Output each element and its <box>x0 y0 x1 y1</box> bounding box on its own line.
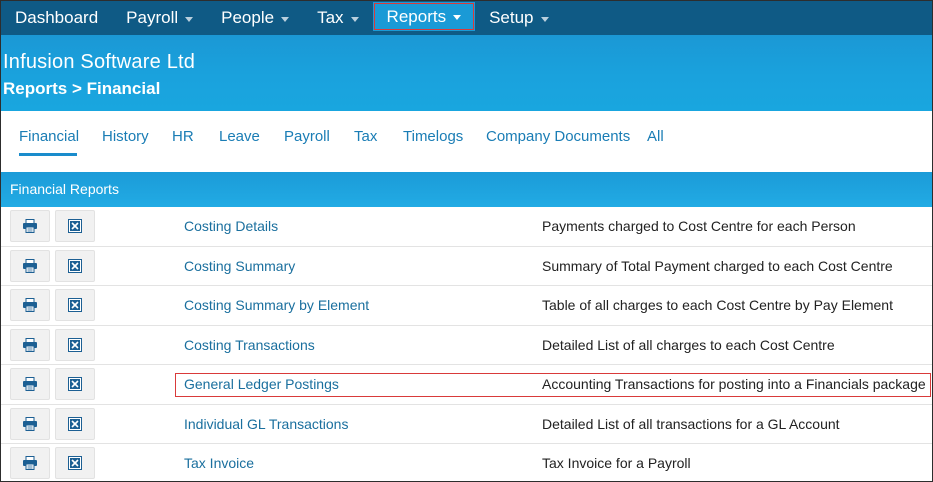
excel-icon <box>68 219 82 233</box>
caret-down-icon <box>453 15 462 20</box>
excel-icon <box>68 377 82 391</box>
print-button[interactable] <box>10 368 50 400</box>
report-description: Summary of Total Payment charged to each… <box>542 257 893 274</box>
report-link[interactable]: Tax Invoice <box>184 455 254 471</box>
export-excel-button[interactable] <box>55 407 95 440</box>
nav-dashboard-label: Dashboard <box>15 8 99 27</box>
nav-payroll[interactable]: Payroll <box>112 1 207 35</box>
tab-hr[interactable]: HR <box>172 128 194 145</box>
printer-icon <box>23 258 37 273</box>
tab-history[interactable]: History <box>102 128 149 145</box>
printer-icon <box>23 416 37 431</box>
tab-timelogs[interactable]: Timelogs <box>403 128 463 145</box>
printer-icon <box>23 377 37 391</box>
excel-icon <box>68 337 82 352</box>
printer-icon <box>23 298 37 312</box>
report-description: Table of all charges to each Cost Centre… <box>542 297 893 313</box>
print-button[interactable] <box>10 289 50 321</box>
export-excel-button[interactable] <box>55 289 95 321</box>
nav-reports-label: Reports <box>386 6 447 26</box>
report-row: Individual GL Transactions Detailed List… <box>1 404 932 444</box>
print-button[interactable] <box>10 407 50 440</box>
report-description: Tax Invoice for a Payroll <box>542 455 691 471</box>
caret-down-icon <box>185 16 194 22</box>
top-nav: Dashboard Payroll People Tax Reports Set… <box>1 1 932 35</box>
export-excel-button[interactable] <box>55 368 95 400</box>
section-title: Financial Reports <box>10 181 119 197</box>
nav-reports[interactable]: Reports <box>372 2 476 31</box>
print-button[interactable] <box>10 210 50 242</box>
app-frame: Dashboard Payroll People Tax Reports Set… <box>0 0 933 482</box>
report-row: General Ledger Postings Accounting Trans… <box>1 365 932 405</box>
caret-down-icon <box>281 16 290 22</box>
report-row: Costing Transactions Detailed List of al… <box>1 325 932 365</box>
nav-setup-label: Setup <box>489 8 534 27</box>
report-link[interactable]: Costing Summary <box>184 258 295 274</box>
company-name: Infusion Software Ltd <box>3 51 196 73</box>
excel-icon <box>68 456 82 470</box>
printer-icon <box>23 337 37 352</box>
report-link[interactable]: Costing Details <box>184 218 278 234</box>
caret-down-icon <box>350 16 359 22</box>
excel-icon <box>68 258 82 273</box>
report-link[interactable]: Costing Transactions <box>184 337 315 353</box>
report-tabs: Financial History HR Leave Payroll Tax T… <box>1 111 932 171</box>
report-row: Costing Summary Summary of Total Payment… <box>1 246 932 286</box>
tab-company-documents[interactable]: Company Documents <box>486 128 630 145</box>
nav-dashboard[interactable]: Dashboard <box>1 1 112 35</box>
report-description: Accounting Transactions for posting into… <box>542 376 926 392</box>
print-button[interactable] <box>10 447 50 479</box>
printer-icon <box>23 219 37 233</box>
nav-tax-label: Tax <box>317 8 344 27</box>
report-description: Payments charged to Cost Centre for each… <box>542 218 856 234</box>
report-description: Detailed List of all transactions for a … <box>542 415 840 432</box>
export-excel-button[interactable] <box>55 210 95 242</box>
report-link[interactable]: Individual GL Transactions <box>184 416 348 432</box>
nav-tax[interactable]: Tax <box>303 1 372 35</box>
nav-setup[interactable]: Setup <box>475 1 562 35</box>
report-row: Costing Details Payments charged to Cost… <box>1 207 932 247</box>
nav-payroll-label: Payroll <box>126 8 179 27</box>
tab-tax[interactable]: Tax <box>354 128 377 145</box>
report-row: Costing Summary by Element Table of all … <box>1 286 932 326</box>
excel-icon <box>68 416 82 431</box>
export-excel-button[interactable] <box>55 249 95 282</box>
report-link[interactable]: Costing Summary by Element <box>184 297 369 313</box>
tab-financial[interactable]: Financial <box>19 128 79 145</box>
nav-people-label: People <box>221 8 275 27</box>
excel-icon <box>68 298 82 312</box>
report-list: Costing Details Payments charged to Cost… <box>1 207 932 481</box>
tab-payroll[interactable]: Payroll <box>284 128 330 145</box>
tab-all[interactable]: All <box>647 128 664 145</box>
export-excel-button[interactable] <box>55 447 95 479</box>
tab-leave[interactable]: Leave <box>219 128 260 145</box>
page-header: Infusion Software Ltd Reports > Financia… <box>1 35 932 111</box>
report-link[interactable]: General Ledger Postings <box>184 376 339 392</box>
breadcrumb: Reports > Financial <box>3 79 161 98</box>
printer-icon <box>23 456 37 470</box>
caret-down-icon <box>540 16 549 22</box>
section-header: Financial Reports <box>1 172 932 207</box>
nav-people[interactable]: People <box>207 1 303 35</box>
active-tab-indicator <box>19 153 77 156</box>
export-excel-button[interactable] <box>55 328 95 361</box>
print-button[interactable] <box>10 249 50 282</box>
report-description: Detailed List of all charges to each Cos… <box>542 336 835 353</box>
print-button[interactable] <box>10 328 50 361</box>
report-row: Tax Invoice Tax Invoice for a Payroll <box>1 444 932 481</box>
